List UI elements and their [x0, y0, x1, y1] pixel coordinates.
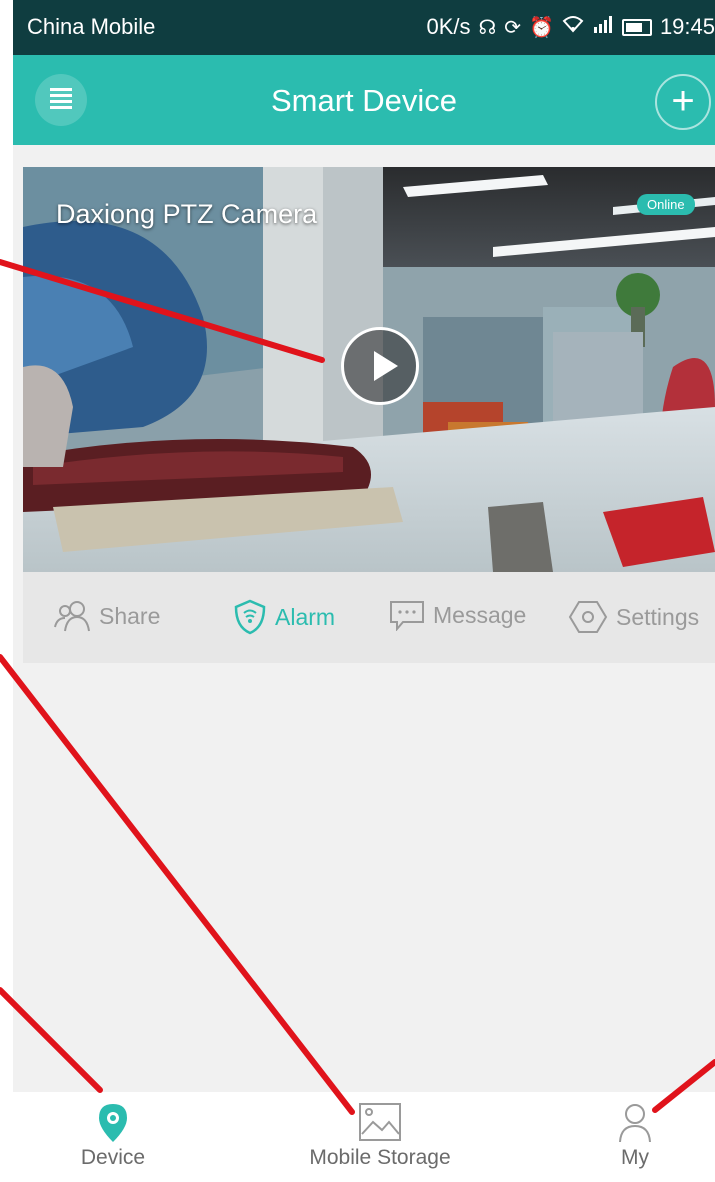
camera-name: Daxiong PTZ Camera [56, 199, 318, 229]
headset-icon: ☊ [478, 16, 497, 39]
message-button[interactable]: Message [389, 599, 526, 631]
status-icons: 0K/s ☊ ⟳ ⏰ 19:45 [426, 14, 715, 40]
message-label: Message [433, 601, 527, 628]
image-icon [359, 1103, 401, 1141]
alarm-label: Alarm [275, 603, 336, 630]
share-icon [54, 601, 90, 632]
add-device-button[interactable]: + [655, 74, 711, 130]
settings-button[interactable]: Settings [568, 599, 699, 635]
status-bar: China Mobile 0K/s ☊ ⟳ ⏰ 19:45 [13, 0, 715, 55]
play-button[interactable] [341, 327, 419, 405]
wifi-icon [562, 15, 584, 39]
message-icon [390, 601, 424, 631]
settings-label: Settings [616, 603, 700, 630]
camera-actions: Share Alarm Message Settings [23, 572, 715, 663]
alarm-icon: ⏰ [529, 16, 554, 39]
nav-label-device: Device [80, 1146, 146, 1169]
carrier-name: China Mobile [27, 14, 156, 39]
network-speed: 0K/s [426, 14, 471, 39]
nav-item-my[interactable]: My [535, 1092, 715, 1182]
bottom-nav: Device Mobile Storage My [13, 1092, 715, 1182]
add-icon: + [671, 79, 695, 123]
battery-icon [621, 18, 652, 36]
camera-card[interactable]: Daxiong PTZ Camera Online Share Alarm Me… [23, 167, 715, 663]
app-header: Smart Device + [13, 55, 715, 145]
camera-preview[interactable]: Daxiong PTZ Camera Online [23, 167, 715, 572]
clock: 19:45 [659, 14, 715, 39]
settings-icon [568, 601, 608, 633]
person-icon [619, 1104, 651, 1143]
status-badge: Online [637, 194, 695, 215]
nav-item-mobile-storage[interactable]: Mobile Storage [280, 1092, 480, 1182]
location-pin-icon [99, 1104, 127, 1142]
nav-label-my: My [621, 1146, 649, 1169]
signal-icon [592, 15, 614, 39]
nav-item-device[interactable]: Device [13, 1092, 213, 1182]
alarm-button[interactable]: Alarm [233, 599, 335, 635]
alarm-shield-icon [234, 599, 266, 635]
sync-icon: ⟳ [504, 16, 522, 39]
nav-label-mobile-storage: Mobile Storage [309, 1146, 451, 1169]
page-title: Smart Device [270, 83, 458, 118]
share-label: Share [99, 602, 161, 629]
share-button[interactable]: Share [53, 599, 160, 633]
app-screen: China Mobile 0K/s ☊ ⟳ ⏰ 19:45 Smart Devi… [13, 0, 715, 1182]
